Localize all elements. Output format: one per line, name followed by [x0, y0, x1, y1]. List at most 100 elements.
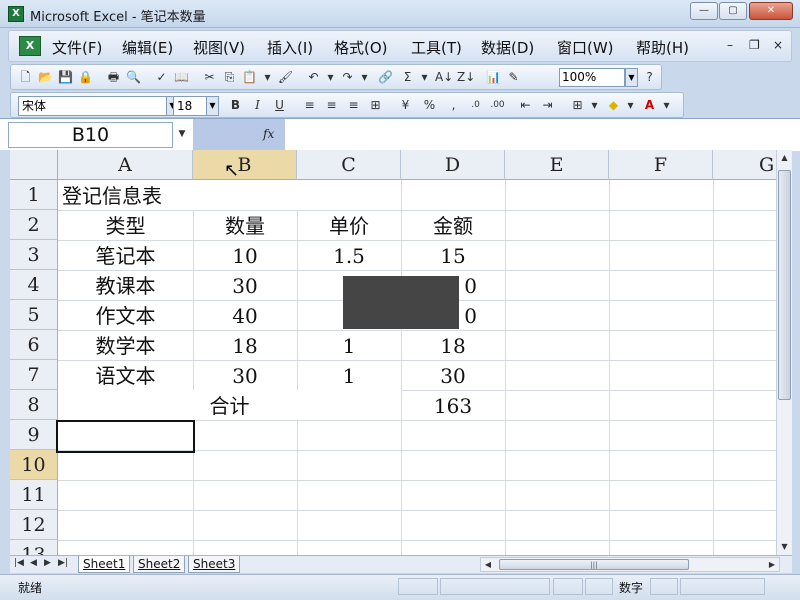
cell-d3[interactable]: 15	[401, 240, 505, 270]
minimize-button[interactable]: —	[690, 2, 718, 20]
insert-function-icon[interactable]: fx	[263, 127, 274, 141]
research-icon[interactable]: 📖	[173, 69, 190, 86]
help-icon[interactable]: ?	[641, 69, 658, 86]
cell-b4[interactable]: 30	[193, 270, 297, 300]
horizontal-scrollbar[interactable]: ◀ ||| ▶	[480, 557, 780, 572]
row-header-13[interactable]: 13	[10, 540, 58, 555]
merge-center-icon[interactable]: ⊞	[367, 97, 384, 114]
cell-b3[interactable]: 10	[193, 240, 297, 270]
row-header-5[interactable]: 5	[10, 300, 58, 330]
menu-help[interactable]: 帮助(H)	[636, 37, 689, 58]
undo-dropdown-icon[interactable]: ▾	[322, 69, 339, 86]
borders-dropdown-icon[interactable]: ▾	[586, 97, 603, 114]
column-header-a[interactable]: A	[58, 150, 193, 180]
cell-d6[interactable]: 18	[401, 330, 505, 360]
font-size-dropdown-icon[interactable]: ▼	[206, 96, 219, 116]
increase-decimal-icon[interactable]: .0	[467, 97, 484, 114]
sort-ascending-icon[interactable]: A↓	[435, 69, 452, 86]
fill-color-icon[interactable]: ◆	[605, 97, 622, 114]
currency-icon[interactable]: ¥	[397, 97, 414, 114]
row-header-8[interactable]: 8	[10, 390, 58, 420]
column-header-b[interactable]: B	[193, 150, 297, 180]
scroll-down-icon[interactable]: ▼	[777, 539, 792, 555]
autosum-dropdown-icon[interactable]: ▾	[416, 69, 433, 86]
align-right-icon[interactable]: ≡	[345, 97, 362, 114]
scroll-up-icon[interactable]: ▲	[777, 150, 792, 166]
row-header-9[interactable]: 9	[10, 420, 58, 450]
save-icon[interactable]: 💾	[57, 69, 74, 86]
new-icon[interactable]: 🗋	[17, 69, 34, 86]
font-name-select[interactable]: 宋体	[18, 96, 168, 116]
cell-d8[interactable]: 163	[401, 390, 505, 420]
doc-close-button[interactable]: ×	[773, 38, 783, 52]
menu-insert[interactable]: 插入(I)	[267, 37, 313, 58]
row-header-6[interactable]: 6	[10, 330, 58, 360]
align-left-icon[interactable]: ≡	[301, 97, 318, 114]
font-color-dropdown-icon[interactable]: ▾	[658, 97, 675, 114]
spelling-icon[interactable]: ✓	[153, 69, 170, 86]
undo-icon[interactable]: ↶	[305, 69, 322, 86]
italic-button[interactable]: I	[249, 97, 266, 114]
spreadsheet-grid[interactable]: A B C D E F G 1 2 3 4 5 6 7 8 9 10 11 12…	[10, 150, 776, 555]
cell-a3[interactable]: 笔记本	[58, 240, 193, 270]
sheet-tab-3[interactable]: Sheet3	[188, 556, 240, 573]
column-header-d[interactable]: D	[401, 150, 505, 180]
column-header-f[interactable]: F	[609, 150, 713, 180]
format-painter-icon[interactable]: 🖌	[277, 69, 294, 86]
borders-icon[interactable]: ⊞	[569, 97, 586, 114]
cell-c2[interactable]: 单价	[297, 210, 401, 240]
autosum-icon[interactable]: Σ	[399, 69, 416, 86]
menu-file[interactable]: 文件(F)	[52, 37, 102, 58]
row-header-4[interactable]: 4	[10, 270, 58, 300]
sheet-tab-1[interactable]: Sheet1	[78, 556, 130, 573]
horizontal-scroll-thumb[interactable]: |||	[499, 559, 689, 570]
menu-data[interactable]: 数据(D)	[481, 37, 534, 58]
copy-icon[interactable]: ⎘	[221, 69, 238, 86]
cell-d7[interactable]: 30	[401, 360, 505, 390]
zoom-select[interactable]: 100%	[559, 68, 625, 87]
cell-c3[interactable]: 1.5	[297, 240, 401, 270]
cell-a5[interactable]: 作文本	[58, 300, 193, 330]
cell-c6[interactable]: 1	[297, 330, 401, 360]
sort-descending-icon[interactable]: Z↓	[457, 69, 474, 86]
cell-b5[interactable]: 40	[193, 300, 297, 330]
column-header-g[interactable]: G	[713, 150, 776, 180]
font-color-icon[interactable]: A	[641, 97, 658, 114]
increase-indent-icon[interactable]: ⇥	[539, 97, 556, 114]
drawing-icon[interactable]: ✎	[505, 69, 522, 86]
open-icon[interactable]: 📂	[37, 69, 54, 86]
row-header-1[interactable]: 1	[10, 180, 58, 210]
row-header-10[interactable]: 10	[10, 450, 58, 480]
fill-color-dropdown-icon[interactable]: ▾	[622, 97, 639, 114]
name-box-dropdown-icon[interactable]: ▼	[173, 122, 191, 148]
decrease-decimal-icon[interactable]: .00	[489, 97, 506, 114]
print-preview-icon[interactable]: 🔍	[125, 69, 142, 86]
cell-a1[interactable]: 登记信息表	[58, 180, 298, 210]
row-header-3[interactable]: 3	[10, 240, 58, 270]
cell-b6[interactable]: 18	[193, 330, 297, 360]
print-icon[interactable]: 🖶	[105, 69, 122, 86]
vertical-scroll-thumb[interactable]	[778, 170, 791, 400]
cut-icon[interactable]: ✂	[201, 69, 218, 86]
hyperlink-icon[interactable]: 🔗	[377, 69, 394, 86]
select-all-corner[interactable]	[10, 150, 58, 180]
menu-window[interactable]: 窗口(W)	[557, 37, 614, 58]
cell-a8-merged[interactable]: 合计	[58, 390, 401, 420]
redo-dropdown-icon[interactable]: ▾	[356, 69, 373, 86]
row-header-11[interactable]: 11	[10, 480, 58, 510]
decrease-indent-icon[interactable]: ⇤	[517, 97, 534, 114]
vertical-scrollbar[interactable]: ▲ ▼	[776, 150, 792, 555]
name-box[interactable]: B10	[8, 122, 173, 148]
row-header-12[interactable]: 12	[10, 510, 58, 540]
menu-view[interactable]: 视图(V)	[193, 37, 245, 58]
scroll-right-icon[interactable]: ▶	[765, 558, 779, 571]
percent-icon[interactable]: %	[421, 97, 438, 114]
doc-restore-button[interactable]: ❐	[749, 38, 760, 52]
cell-a2[interactable]: 类型	[58, 210, 193, 240]
cell-b7[interactable]: 30	[193, 360, 297, 390]
comma-style-icon[interactable]: ,	[445, 97, 462, 114]
underline-button[interactable]: U	[271, 97, 288, 114]
doc-minimize-button[interactable]: –	[727, 38, 733, 52]
permission-icon[interactable]: 🔒	[77, 69, 94, 86]
close-button[interactable]: ✕	[749, 2, 793, 20]
